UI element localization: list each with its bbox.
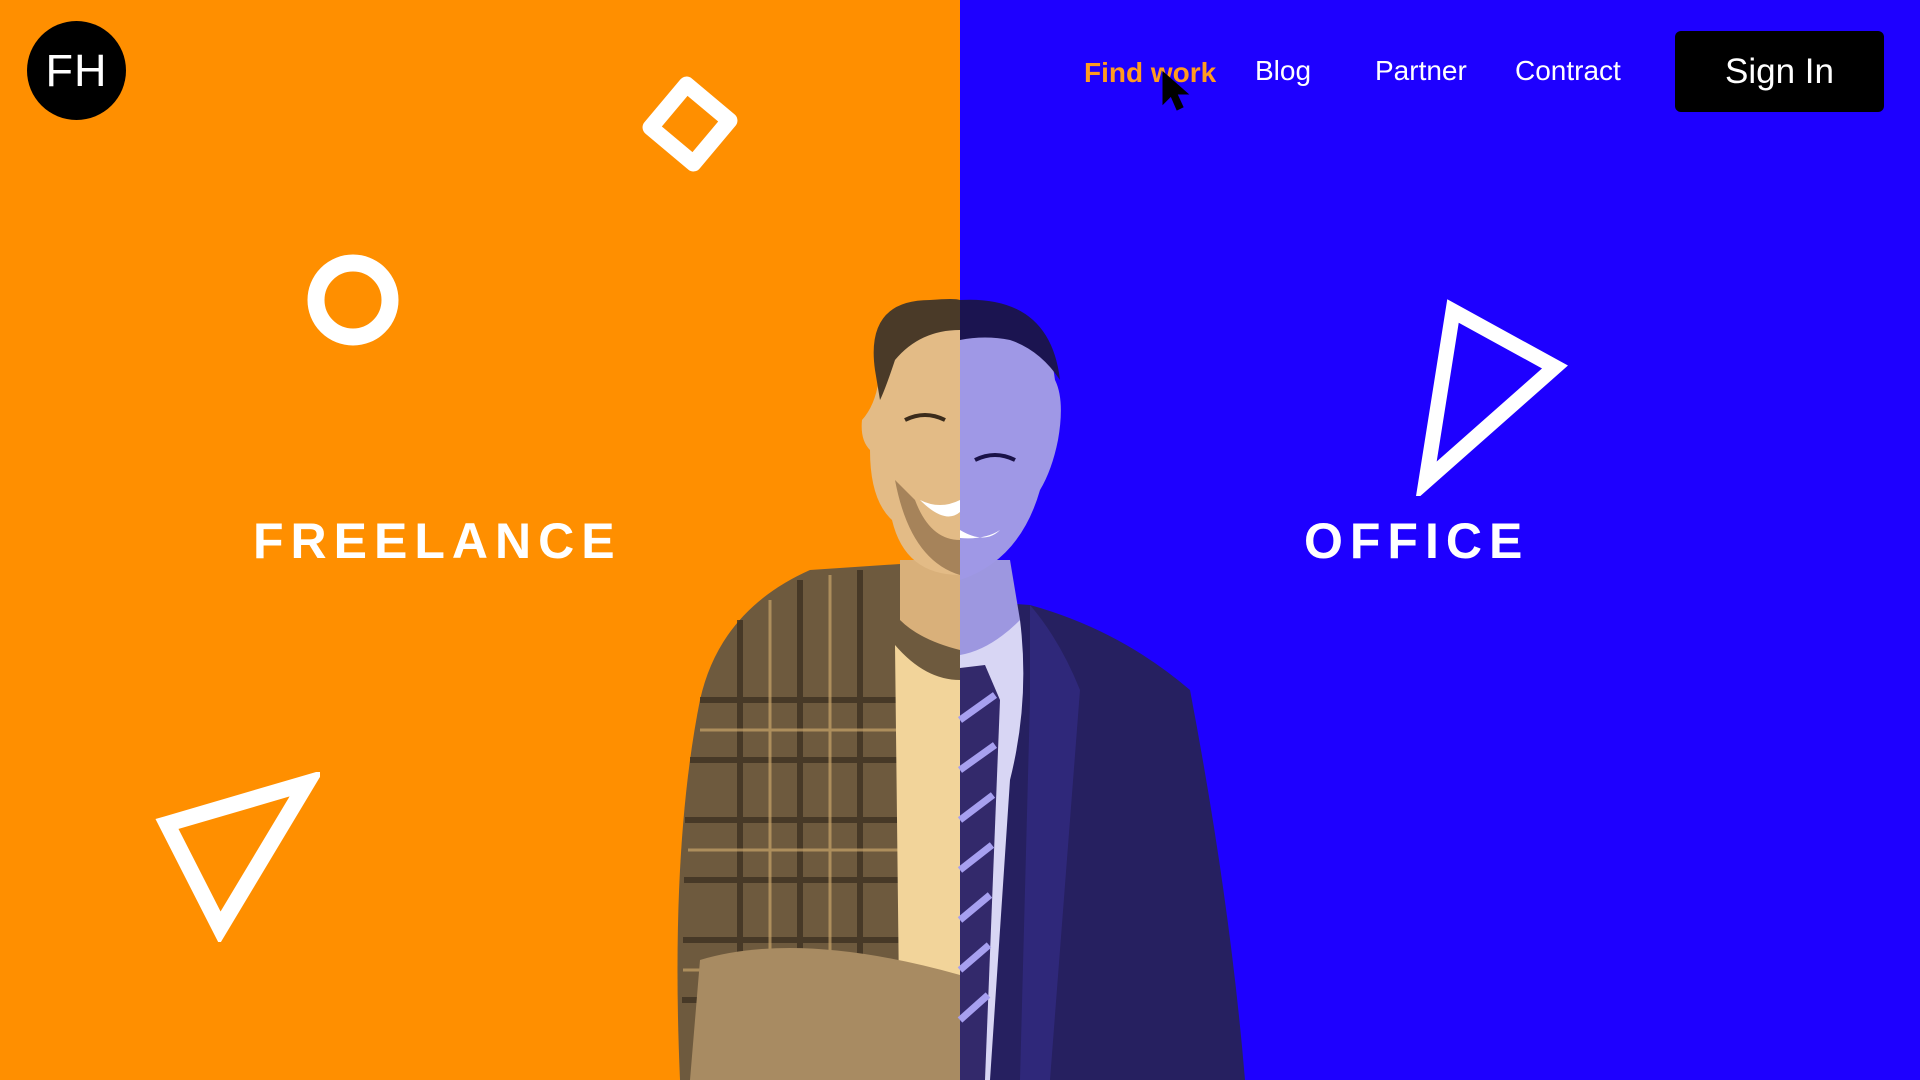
freelance-heading: FREELANCE [253,513,622,569]
mouse-pointer-icon [1162,70,1190,111]
play-triangle-outline-icon [1416,299,1568,496]
office-heading: OFFICE [1304,513,1530,569]
sign-in-button[interactable]: Sign In [1675,31,1884,112]
logo[interactable]: FH [27,21,126,120]
diamond-outline-icon [642,76,738,172]
nav-find-work[interactable]: Find work [1084,57,1216,89]
ring-outline-icon [307,254,399,346]
sign-in-label: Sign In [1725,51,1834,91]
nav-contract[interactable]: Contract [1515,55,1621,87]
logo-text: FH [45,44,108,96]
landing-page: FH Find work Blog Partner Contract Sign … [0,0,1920,1080]
triangle-outline-icon [155,772,320,942]
nav-blog[interactable]: Blog [1255,55,1311,87]
nav-partner[interactable]: Partner [1375,55,1467,87]
